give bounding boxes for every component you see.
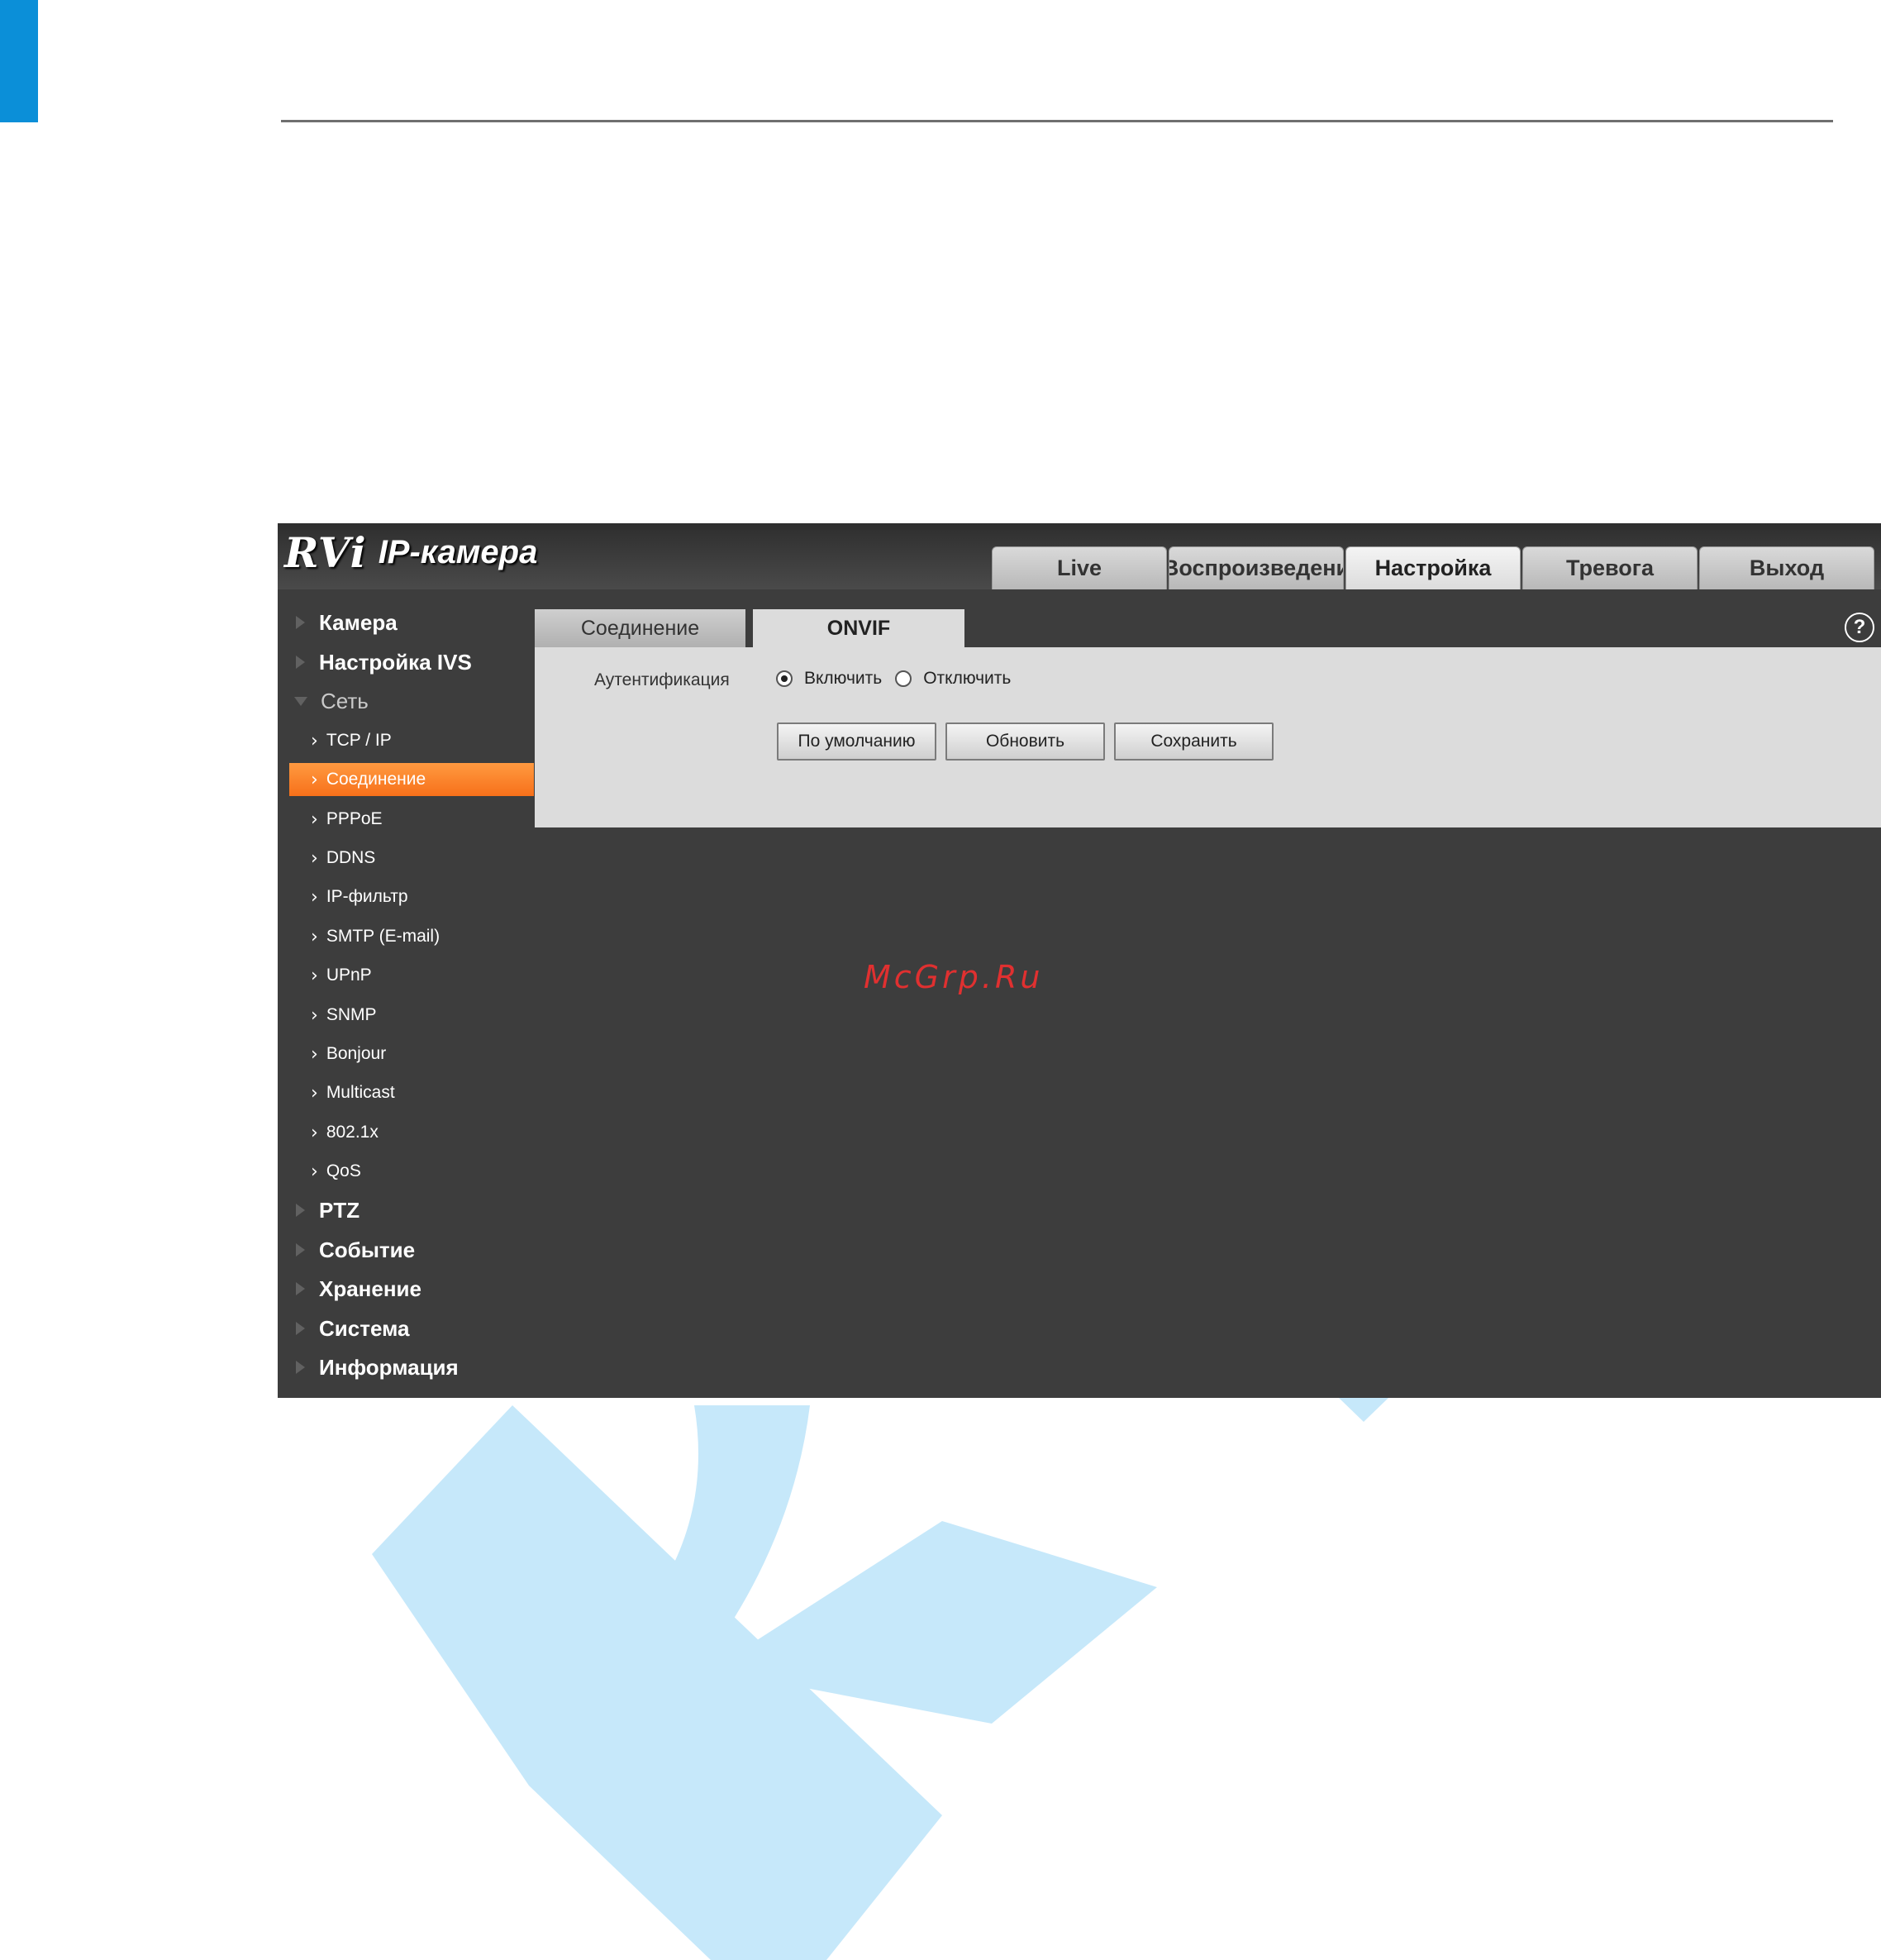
app-title: IP-камера <box>378 533 538 570</box>
sidebar-item-label: Камера <box>319 609 398 635</box>
sidebar-item-qos[interactable]: › QoS <box>289 1155 545 1188</box>
sidebar-item-label: 802.1x <box>326 1123 379 1142</box>
blue-page-tab <box>0 0 38 122</box>
app-logo: RVi IP-камера <box>284 527 537 578</box>
camera-web-ui: RVi IP-камера Live Воспроизведени Настро… <box>278 523 1881 1398</box>
default-button[interactable]: По умолчанию <box>777 722 936 761</box>
chevron-right-icon: › <box>311 808 318 830</box>
watermark-text: McGrp.Ru <box>864 959 1044 995</box>
chevron-right-icon: › <box>311 1082 318 1104</box>
sidebar-item-camera[interactable]: Камера <box>278 606 398 639</box>
form-buttons: По умолчанию Обновить Сохранить <box>777 722 1274 761</box>
sidebar-item-smtp[interactable]: › SMTP (E-mail) <box>289 920 545 953</box>
brand-logo: RVi <box>284 527 367 577</box>
sidebar-item-label: SMTP (E-mail) <box>326 927 440 946</box>
sidebar-item-label: Bonjour <box>326 1044 387 1063</box>
chevron-right-icon: › <box>311 965 318 986</box>
chevron-right-icon: › <box>311 1161 318 1182</box>
sidebar-item-info[interactable]: Информация <box>278 1351 459 1384</box>
sidebar-item-ipfilter[interactable]: › IP-фильтр <box>289 880 545 913</box>
tab-onvif[interactable]: ONVIF <box>753 609 964 647</box>
sidebar-item-label: IP-фильтр <box>326 887 408 906</box>
question-icon[interactable]: ? <box>1845 613 1874 642</box>
auth-enable-label[interactable]: Включить <box>804 669 882 689</box>
expand-arrow-icon <box>296 1282 305 1295</box>
top-bar: RVi IP-камера Live Воспроизведени Настро… <box>278 523 1881 589</box>
sidebar-item-label: Сеть <box>321 688 369 713</box>
sidebar-item-label: Соединение <box>326 770 426 789</box>
sidebar-item-snmp[interactable]: › SNMP <box>289 999 545 1032</box>
sub-tabs: Соединение ONVIF <box>535 609 964 647</box>
save-button[interactable]: Сохранить <box>1114 722 1274 761</box>
expand-arrow-icon <box>296 616 305 629</box>
chevron-right-icon: › <box>311 886 318 908</box>
sidebar-item-ptz[interactable]: PTZ <box>278 1194 360 1227</box>
chevron-right-icon: › <box>311 769 318 790</box>
expand-arrow-icon <box>296 656 305 669</box>
sidebar-item-label: DDNS <box>326 848 376 867</box>
expand-arrow-icon <box>296 1361 305 1374</box>
expand-arrow-icon <box>296 1322 305 1335</box>
sidebar-item-upnp[interactable]: › UPnP <box>289 959 545 992</box>
chevron-right-icon: › <box>311 730 318 751</box>
refresh-button[interactable]: Обновить <box>945 722 1105 761</box>
chevron-right-icon: › <box>311 1004 318 1026</box>
sidebar-item-network[interactable]: Сеть <box>278 684 369 718</box>
sidebar-item-pppoe[interactable]: › PPPoE <box>289 803 545 836</box>
chevron-right-icon: › <box>311 1043 318 1065</box>
chevron-right-icon: › <box>311 1122 318 1143</box>
collapse-arrow-icon <box>294 696 307 706</box>
sidebar-item-label: Хранение <box>319 1276 421 1301</box>
sidebar-item-bonjour[interactable]: › Bonjour <box>289 1037 545 1071</box>
auth-disable-label[interactable]: Отключить <box>923 669 1011 689</box>
sidebar-item-label: Событие <box>319 1237 416 1262</box>
expand-arrow-icon <box>296 1243 305 1257</box>
sidebar-item-label: TCP / IP <box>326 731 392 750</box>
sidebar-item-label: Настройка IVS <box>319 649 472 675</box>
tab-logout[interactable]: Выход <box>1699 546 1874 589</box>
tab-connection[interactable]: Соединение <box>535 609 745 647</box>
tab-playback[interactable]: Воспроизведени <box>1169 546 1344 589</box>
header-rule <box>281 120 1833 122</box>
tab-setup[interactable]: Настройка <box>1345 546 1521 589</box>
sidebar-item-label: PPPoE <box>326 809 383 828</box>
onvif-settings-panel: Аутентификация Включить Отключить По умо… <box>535 647 1881 827</box>
auth-label: Аутентификация <box>594 670 730 689</box>
chevron-right-icon: › <box>311 847 318 869</box>
sidebar-item-multicast[interactable]: › Multicast <box>289 1076 545 1109</box>
auth-radio-group: Включить Отключить <box>776 669 1024 689</box>
sidebar-item-ddns[interactable]: › DDNS <box>289 842 545 875</box>
sidebar-item-label: UPnP <box>326 966 372 985</box>
auth-enable-radio[interactable] <box>776 670 793 687</box>
sidebar-item-label: PTZ <box>319 1197 360 1223</box>
sidebar-item-label: Информация <box>319 1354 459 1380</box>
auth-disable-radio[interactable] <box>895 670 912 687</box>
sidebar-item-label: QoS <box>326 1161 361 1180</box>
sidebar-item-system[interactable]: Система <box>278 1312 409 1345</box>
sidebar-item-tcpip[interactable]: › TCP / IP <box>289 724 545 757</box>
sidebar-item-connection[interactable]: › Соединение <box>289 763 534 796</box>
sidebar-item-label: Система <box>319 1315 410 1341</box>
tab-live[interactable]: Live <box>992 546 1167 589</box>
tab-alarm[interactable]: Тревога <box>1522 546 1698 589</box>
sidebar-item-8021x[interactable]: › 802.1x <box>289 1116 545 1149</box>
chevron-right-icon: › <box>311 926 318 947</box>
sidebar-item-label: Multicast <box>326 1083 395 1102</box>
sidebar-item-label: SNMP <box>326 1005 377 1024</box>
main-content: Соединение ONVIF ? Аутентификация Включи… <box>535 589 1881 1398</box>
sidebar-item-storage[interactable]: Хранение <box>278 1272 421 1305</box>
sidebar-item-event[interactable]: Событие <box>278 1233 415 1266</box>
sidebar: Камера Настройка IVS Сеть › TCP / IP › Сое… <box>278 589 534 1398</box>
main-nav: Live Воспроизведени Настройка Тревога Вы… <box>992 546 1874 589</box>
expand-arrow-icon <box>296 1204 305 1217</box>
sidebar-item-ivs[interactable]: Настройка IVS <box>278 646 472 679</box>
